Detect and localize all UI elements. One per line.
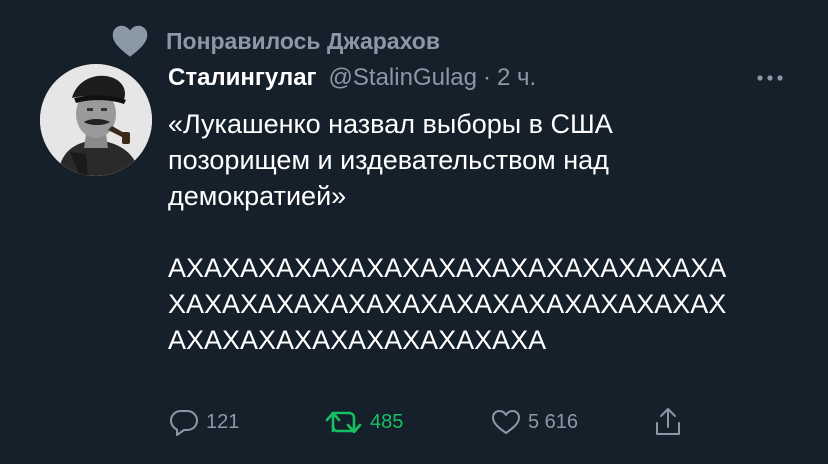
more-options-icon[interactable] xyxy=(752,64,788,92)
tweet-header: Сталингулаг @StalinGulag · 2 ч. xyxy=(168,60,536,96)
like-count: 5 616 xyxy=(528,410,579,433)
share-icon xyxy=(656,408,680,435)
retweet-icon xyxy=(325,411,362,434)
social-context: Понравилось Джарахов xyxy=(112,24,440,58)
social-context-text[interactable]: Понравилось Джарахов xyxy=(166,28,440,55)
tweet-text-line: демократией» xyxy=(168,181,347,211)
retweet-button[interactable]: 485 xyxy=(324,404,403,440)
tweet-actions: 121 485 5 616 xyxy=(168,404,788,440)
author-handle[interactable]: @StalinGulag xyxy=(329,64,477,92)
tweet-text-line: ХАХАХАХАХАХАХАХАХАХАХАХАХАХАХАХ xyxy=(168,289,727,319)
heart-icon xyxy=(112,25,148,57)
tweet-timestamp[interactable]: 2 ч. xyxy=(497,64,536,92)
like-button[interactable]: 5 616 xyxy=(490,404,578,440)
tweet-text-line: АХАХАХАХАХАХАХАХАХАХАХАХАХАХАХА xyxy=(168,253,727,283)
tweet-card[interactable]: Понравилось Джарахов Сталингулаг @Stalin… xyxy=(0,0,828,464)
author-display-name[interactable]: Сталингулаг xyxy=(168,64,317,92)
tweet-text: «Лукашенко назвал выборы в США позорищем… xyxy=(168,106,788,358)
share-button[interactable] xyxy=(652,404,690,440)
separator-dot: · xyxy=(483,64,491,91)
reply-count: 121 xyxy=(206,410,240,433)
reply-button[interactable]: 121 xyxy=(168,404,239,440)
avatar[interactable] xyxy=(40,64,152,176)
avatar-portrait-image xyxy=(40,64,152,176)
tweet-text-line: позорищем и издевательством над xyxy=(168,145,609,175)
tweet-text-line: «Лукашенко назвал выборы в США xyxy=(168,109,613,139)
reply-icon xyxy=(170,410,198,436)
retweet-count: 485 xyxy=(370,410,404,433)
like-heart-icon xyxy=(492,410,520,434)
tweet-text-line: АХАХАХАХАХАХАХАХАХАХА xyxy=(168,325,547,355)
